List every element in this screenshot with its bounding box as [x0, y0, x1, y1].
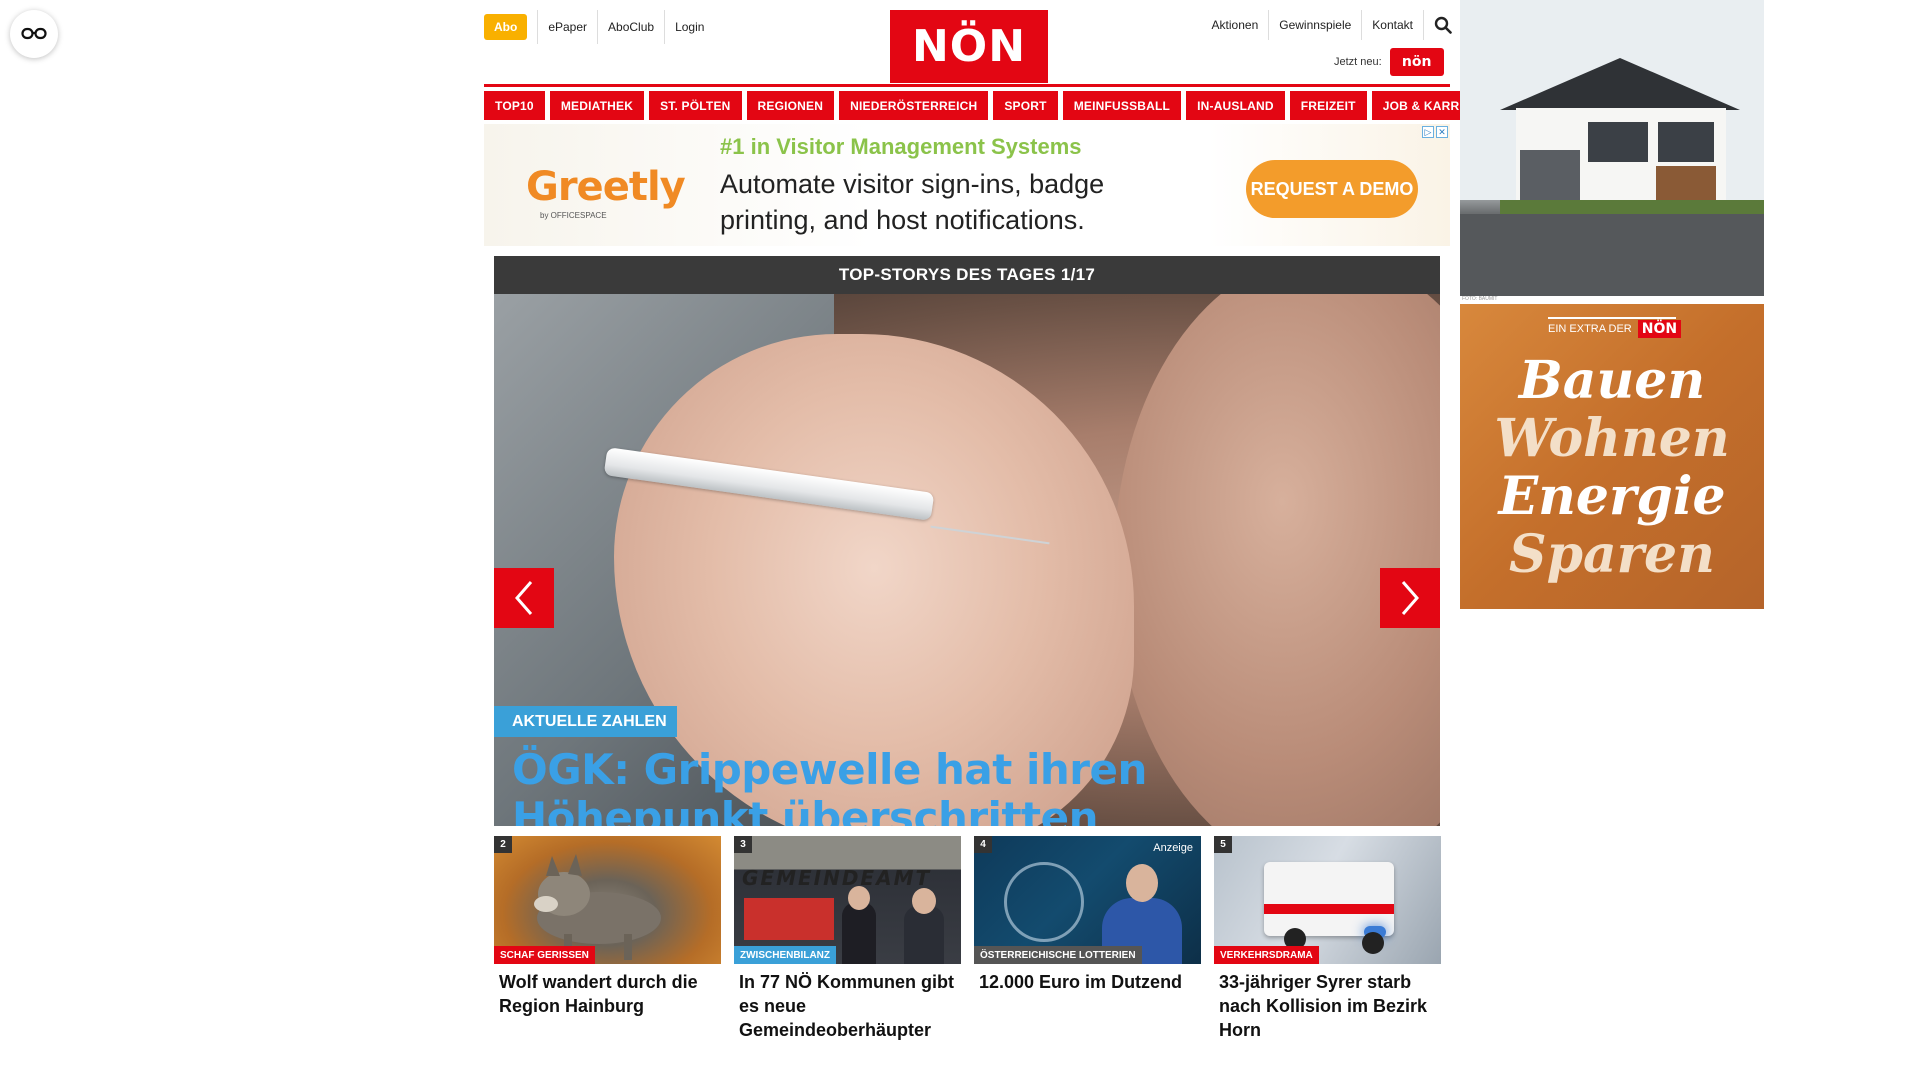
nav-niederoesterreich[interactable]: NIEDERÖSTERREICH — [839, 91, 989, 120]
story-card[interactable]: 5 VERKEHRSDRAMA 33-jähriger Syrer starb … — [1214, 836, 1441, 1042]
bauen-word: Bauen — [1518, 350, 1706, 411]
search-button[interactable] — [1428, 10, 1458, 40]
story-rank: 4 — [974, 836, 992, 853]
bauen-header-bar — [1548, 317, 1676, 319]
hero-image[interactable]: AKTUELLE ZAHLEN ÖGK: Grippewelle hat ihr… — [494, 294, 1440, 826]
wolf-illustration — [534, 854, 661, 960]
story-title[interactable]: 12.000 Euro im Dutzend — [974, 964, 1201, 994]
ad-text-line1: Automate visitor sign-ins, badge — [720, 169, 1105, 199]
person-2 — [904, 906, 944, 964]
ad-choices[interactable]: ▷ ✕ — [1422, 126, 1448, 138]
presenter-head — [1126, 864, 1158, 902]
login-link[interactable]: Login — [664, 10, 714, 44]
story-kicker-tag: ÖSTERREICHISCHE LOTTERIEN — [974, 946, 1142, 964]
energie-word: Energie — [1498, 466, 1726, 527]
glasses-icon — [21, 27, 47, 40]
gewinnspiele-link[interactable]: Gewinnspiele — [1269, 10, 1363, 40]
person-2-head — [912, 888, 936, 914]
lottery-drum — [1004, 862, 1084, 942]
kontakt-link[interactable]: Kontakt — [1362, 10, 1424, 40]
wohnen-word: Wohnen — [1494, 408, 1730, 469]
story-image-gemeindeamt[interactable]: GEMEINDEAMT 3 ZWISCHENBILANZ — [734, 836, 961, 964]
nav-freizeit[interactable]: FREIZEIT — [1289, 91, 1367, 120]
ad-info-icon[interactable]: ▷ — [1422, 126, 1434, 138]
gemeindeamt-sign: GEMEINDEAMT — [742, 866, 932, 890]
nav-top10[interactable]: TOP10 — [484, 91, 545, 120]
ad-house[interactable] — [1460, 0, 1764, 296]
ambulance-body — [1264, 862, 1394, 936]
abo-button[interactable]: Abo — [484, 14, 528, 40]
top-stories-carousel[interactable]: TOP-STORYS DES TAGES 1/17 AKTUELLE ZAHLE… — [494, 256, 1440, 826]
hero-kicker-tag[interactable]: AKTUELLE ZAHLEN — [494, 706, 677, 737]
person-1-head — [848, 886, 870, 910]
story-title[interactable]: 33-jähriger Syrer starb nach Kollision i… — [1214, 964, 1441, 1042]
carousel-next-button[interactable] — [1380, 568, 1440, 628]
header-right-links: Aktionen Gewinnspiele Kontakt — [1202, 10, 1458, 40]
search-icon — [1434, 16, 1452, 34]
story-rank: 5 — [1214, 836, 1232, 853]
header-left-links: Abo ePaper AboClub Login — [484, 10, 714, 44]
ad-banner-greetly[interactable]: ▷ ✕ Greetly by OFFICESPACE #1 in Visitor… — [484, 124, 1450, 246]
nav-sport[interactable]: SPORT — [993, 91, 1058, 120]
ambulance-stripe — [1264, 904, 1394, 914]
ad-bauen-wohnen[interactable]: EIN EXTRA DER NÖN Bauen Wohnen Energie S… — [1460, 304, 1764, 609]
nav-meinfussball[interactable]: MEINFUSSBALL — [1062, 91, 1182, 120]
bauen-noen-logo: NÖN — [1637, 320, 1682, 338]
nav-mediathek[interactable]: MEDIATHEK — [549, 91, 645, 120]
aboclub-link[interactable]: AboClub — [597, 10, 664, 44]
story-image-lotterien[interactable]: 4 Anzeige ÖSTERREICHISCHE LOTTERIEN — [974, 836, 1201, 964]
nav-in-ausland[interactable]: IN-AUSLAND — [1186, 91, 1285, 120]
sponsored-label: Anzeige — [1153, 842, 1193, 854]
story-title[interactable]: In 77 NÖ Kommunen gibt es neue Gemeindeo… — [734, 964, 961, 1042]
ambulance-wheel — [1362, 932, 1384, 954]
story-kicker-tag: ZWISCHENBILANZ — [734, 946, 836, 964]
bauen-extra-label: EIN EXTRA DER — [1548, 323, 1632, 335]
house-illustration — [1460, 0, 1764, 296]
chevron-left-icon — [515, 581, 533, 615]
sparen-word: Sparen — [1509, 524, 1715, 585]
jetzt-neu-badge: nön — [1389, 48, 1444, 76]
ad-brand-sub: by OFFICESPACE — [540, 211, 607, 220]
bauen-header: EIN EXTRA DER NÖN — [1548, 317, 1682, 338]
epaper-link[interactable]: ePaper — [537, 10, 597, 44]
hero-headline[interactable]: ÖGK: Grippewelle hat ihren Höhepunkt übe… — [512, 746, 1412, 827]
main-navigation: TOP10 MEDIATHEK ST. PÖLTEN REGIONEN NIED… — [484, 91, 1500, 120]
ad-brand: Greetly — [526, 164, 686, 210]
story-card[interactable]: 2 SCHAF GERISSEN Wolf wandert durch die … — [494, 836, 721, 1042]
nav-st-poelten[interactable]: ST. PÖLTEN — [649, 91, 742, 120]
nav-regionen[interactable]: REGIONEN — [746, 91, 835, 120]
ad-cta-button[interactable]: REQUEST A DEMO — [1246, 160, 1418, 218]
jetzt-neu-label: Jetzt neu: — [1334, 56, 1382, 68]
story-title[interactable]: Wolf wandert durch die Region Hainburg — [494, 964, 721, 1018]
chevron-right-icon — [1401, 581, 1419, 615]
person-1 — [842, 902, 876, 964]
poster-red — [744, 898, 834, 940]
story-card[interactable]: 4 Anzeige ÖSTERREICHISCHE LOTTERIEN 12.0… — [974, 836, 1201, 1042]
story-kicker-tag: VERKEHRSDRAMA — [1214, 946, 1319, 964]
ad-headline: #1 in Visitor Management Systems — [720, 134, 1082, 159]
carousel-prev-button[interactable] — [494, 568, 554, 628]
story-card[interactable]: GEMEINDEAMT 3 ZWISCHENBILANZ In 77 NÖ Ko… — [734, 836, 961, 1042]
ad-house-caption: FOTO: BAUMIT — [1462, 296, 1498, 302]
logo-text: NÖN — [911, 21, 1027, 72]
ad-body-text: Automate visitor sign-ins, badge printin… — [720, 166, 1104, 238]
carousel-header: TOP-STORYS DES TAGES 1/17 — [494, 256, 1440, 294]
header-divider — [484, 84, 1450, 87]
ad-close-icon[interactable]: ✕ — [1436, 126, 1448, 138]
story-image-wolf[interactable]: 2 SCHAF GERISSEN — [494, 836, 721, 964]
ad-text-line2: printing, and host notifications. — [720, 205, 1085, 235]
story-cards: 2 SCHAF GERISSEN Wolf wandert durch die … — [494, 836, 1441, 1042]
story-kicker-tag: SCHAF GERISSEN — [494, 946, 595, 964]
aktionen-link[interactable]: Aktionen — [1202, 10, 1270, 40]
story-image-ambulance[interactable]: 5 VERKEHRSDRAMA — [1214, 836, 1441, 964]
jetzt-neu-promo[interactable]: Jetzt neu: nön — [1334, 48, 1444, 76]
site-logo[interactable]: NÖN — [890, 10, 1048, 83]
accessibility-button[interactable] — [10, 10, 58, 58]
story-rank: 2 — [494, 836, 512, 853]
story-rank: 3 — [734, 836, 752, 853]
